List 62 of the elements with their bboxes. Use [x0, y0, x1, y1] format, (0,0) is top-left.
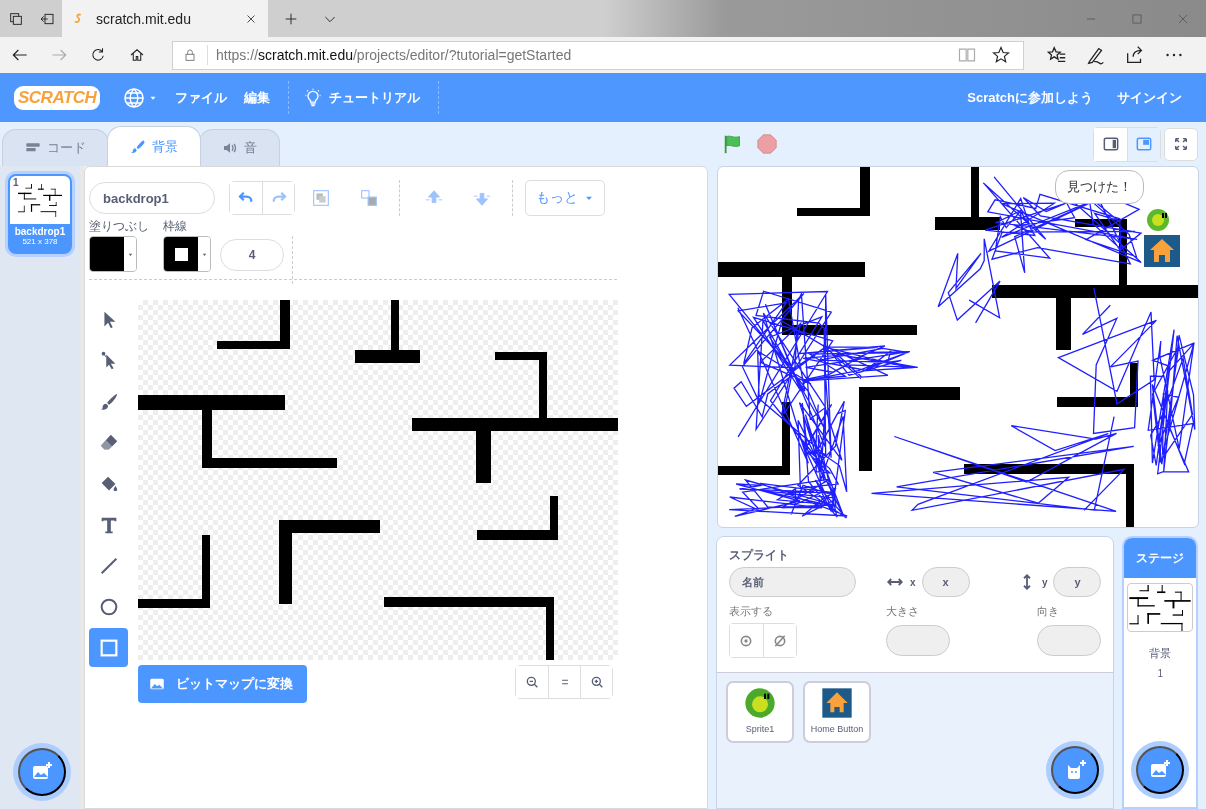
tutorials-link[interactable]: チュートリアル	[329, 88, 421, 107]
fill-label: 塗りつぶし	[89, 219, 150, 234]
backdrops-label: 背景	[1149, 646, 1172, 661]
tool-button[interactable]	[89, 628, 128, 667]
x-field[interactable]: x	[921, 567, 970, 597]
size-label: 大きさ	[886, 604, 920, 619]
y-field[interactable]: y	[1053, 567, 1102, 597]
fullscreen-button[interactable]	[1164, 127, 1198, 161]
backdrop-count: 1	[1157, 668, 1163, 679]
sprite-heading: スプライト	[729, 547, 790, 563]
size-field[interactable]	[886, 625, 950, 656]
large-stage-icon	[1134, 134, 1154, 154]
costume-name: backdrop1	[14, 226, 66, 237]
tab-title: scratch.mit.edu	[96, 10, 192, 27]
fill-color-picker[interactable]	[89, 236, 137, 272]
ball-drawing	[1147, 209, 1169, 231]
show-label: 表示する	[729, 604, 774, 619]
costume-tile[interactable]: 1 backdrop1 521 x 378	[8, 174, 72, 254]
more-button[interactable]: もっと	[525, 180, 605, 216]
editor-tab[interactable]: 音	[199, 129, 280, 166]
scratch-logo[interactable]: SCRATCH	[14, 85, 101, 110]
zoom-in-button[interactable]	[580, 666, 612, 698]
editor-tab[interactable]: 背景	[107, 126, 201, 166]
fullscreen-icon	[1173, 136, 1189, 152]
lock-icon	[182, 47, 198, 63]
editor-tab[interactable]: コード	[2, 129, 109, 166]
house-icon	[821, 687, 853, 719]
zoom-out-icon	[524, 674, 540, 690]
menu-item[interactable]: 編集	[244, 88, 271, 107]
globe-icon[interactable]	[122, 85, 147, 110]
house-drawing	[1144, 235, 1180, 267]
maze-thumbnail	[18, 183, 62, 217]
outline-width-field[interactable]: 4	[220, 239, 284, 271]
star-icon[interactable]	[991, 45, 1011, 65]
tab-actions-icon[interactable]	[7, 10, 24, 27]
browser-tab[interactable]: scratch.mit.edu	[62, 0, 268, 37]
ungroup-icon	[358, 187, 380, 209]
ball-icon	[744, 687, 776, 719]
sprite-name: Sprite1	[745, 724, 775, 734]
costume-number: 1	[13, 177, 19, 188]
stage-header[interactable]: ステージ	[1124, 538, 1196, 578]
convert-to-bitmap-button[interactable]: ビットマップに変換	[138, 665, 307, 703]
group-icon	[310, 187, 332, 209]
menu-item[interactable]: ファイル	[175, 88, 228, 107]
x-label: x	[910, 576, 916, 588]
maze-thumbnail	[1129, 584, 1192, 631]
sign-in-link[interactable]: サインイン	[1117, 88, 1182, 107]
hide-button[interactable]	[762, 624, 796, 657]
sprite-name: Home Button	[810, 724, 864, 734]
sprite-name-field[interactable]: 名前	[729, 567, 856, 597]
direction-field[interactable]	[1037, 625, 1102, 656]
sprite-tile[interactable]: Home Button	[803, 681, 871, 743]
paintbrush-icon	[130, 138, 146, 155]
costume-name-field[interactable]: backdrop1	[89, 182, 215, 214]
direction-label: 向き	[1037, 604, 1061, 619]
sprite-tile[interactable]: Sprite1	[726, 681, 794, 743]
y-label: y	[1041, 576, 1048, 588]
outline-color-picker[interactable]	[163, 236, 211, 272]
speech-bubble: 見つけた！	[1055, 170, 1144, 204]
outline-label: 枠線	[163, 219, 188, 234]
costume-size: 521 x 378	[22, 237, 58, 246]
join-link[interactable]: Scratchに参加しよう	[967, 88, 1093, 107]
